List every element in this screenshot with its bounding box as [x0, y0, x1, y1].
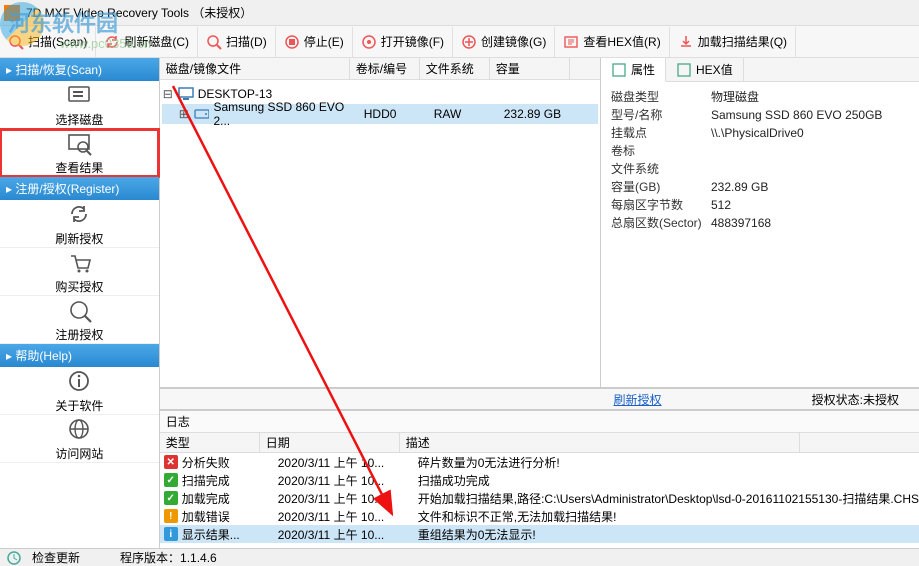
log-row[interactable]: !加载错误2020/3/11 上午 10...文件和标识不正常,无法加载扫描结果… — [160, 507, 919, 525]
load-scan-button[interactable]: 加载扫描结果(Q) — [670, 27, 796, 57]
check-update[interactable]: 检查更新 — [32, 549, 80, 566]
prop-row: 总扇区数(Sector)488397168 — [611, 214, 909, 232]
tree-child-label: Samsung SSD 860 EVO 2... — [213, 100, 361, 128]
prop-row: 容量(GB)232.89 GB — [611, 178, 909, 196]
load-icon — [678, 34, 694, 50]
stop-button[interactable]: 停止(E) — [276, 27, 353, 57]
log-row[interactable]: ✓加载完成2020/3/11 上午 10...开始加载扫描结果,路径:C:\Us… — [160, 489, 919, 507]
about-icon — [65, 367, 93, 395]
col-fs: RAW — [434, 107, 504, 121]
version: 1.1.4.6 — [180, 551, 217, 565]
view-result-icon — [65, 129, 93, 157]
tree-root-label: DESKTOP-13 — [198, 87, 272, 101]
titlebar: 7D MXF Video Recovery Tools （未授权） — [0, 0, 919, 26]
sidebar-item-select-disk[interactable]: 选择磁盘 — [0, 81, 159, 129]
log-warn-icon: ! — [164, 509, 178, 523]
tree-col-cap[interactable]: 容量 — [490, 58, 570, 79]
window-title: 7D MXF Video Recovery Tools （未授权） — [26, 4, 252, 21]
update-icon — [6, 550, 22, 566]
attr-tab-icon — [611, 62, 627, 78]
tab-hex[interactable]: HEX值 — [666, 58, 744, 81]
expand-icon[interactable]: ⊞ — [178, 107, 190, 121]
log-ok-icon: ✓ — [164, 473, 178, 487]
hex-tab-icon — [676, 62, 692, 78]
disk-tree-pane: 磁盘/镜像文件卷标/编号文件系统容量 ⊟ DESKTOP-13 ⊞ Sam — [160, 58, 601, 387]
log-col-date[interactable]: 日期 — [260, 433, 400, 452]
log-row[interactable]: i显示结果...2020/3/11 上午 10...重组结果为0无法显示! — [160, 525, 919, 543]
log-row[interactable]: ✕分析失败2020/3/11 上午 10...碎片数量为0无法进行分析! — [160, 453, 919, 471]
tree-child-row[interactable]: ⊞ Samsung SSD 860 EVO 2... HDD0 RAW 232.… — [162, 104, 598, 124]
collapse-icon[interactable]: ⊟ — [162, 87, 174, 101]
tree-col-disk[interactable]: 磁盘/镜像文件 — [160, 58, 350, 79]
log-ok-icon: ✓ — [164, 491, 178, 505]
tab-attr[interactable]: 属性 — [601, 58, 666, 82]
buy-auth-icon — [65, 248, 93, 276]
open-image-button[interactable]: 打开镜像(F) — [353, 27, 453, 57]
sidebar-item-website[interactable]: 访问网站 — [0, 415, 159, 463]
log-err-icon: ✕ — [164, 455, 178, 469]
log-info-icon: i — [164, 527, 178, 541]
create-icon — [461, 34, 477, 50]
log-col-desc[interactable]: 描述 — [400, 433, 800, 452]
sidebar-item-buy-auth[interactable]: 购买授权 — [0, 248, 159, 296]
tree-col-fs[interactable]: 文件系统 — [420, 58, 490, 79]
property-pane: 属性HEX值 磁盘类型物理磁盘型号/名称Samsung SSD 860 EVO … — [601, 58, 919, 387]
col-cap: 232.89 GB — [504, 107, 584, 121]
scan2-icon — [206, 34, 222, 50]
log-list[interactable]: ✕分析失败2020/3/11 上午 10...碎片数量为0无法进行分析!✓扫描完… — [160, 453, 919, 548]
sidebar-item-about[interactable]: 关于软件 — [0, 367, 159, 415]
prop-row: 每扇区字节数512 — [611, 196, 909, 214]
auth-state: 未授权 — [863, 393, 899, 407]
refresh-icon — [104, 34, 120, 50]
col-vol: HDD0 — [364, 107, 434, 121]
sidebar-item-view-result[interactable]: 查看结果 — [0, 129, 159, 177]
reg-auth-icon — [65, 296, 93, 324]
auth-state-label: 授权状态: — [812, 393, 863, 407]
tree-col-vol[interactable]: 卷标/编号 — [350, 58, 420, 79]
scan-button[interactable]: 扫描(D) — [198, 27, 276, 57]
website-icon — [65, 415, 93, 443]
open-icon — [361, 34, 377, 50]
log-title: 日志 — [160, 411, 919, 433]
prop-row: 文件系统 — [611, 160, 909, 178]
prop-row: 磁盘类型物理磁盘 — [611, 88, 909, 106]
disk-tree[interactable]: ⊟ DESKTOP-13 ⊞ Samsung SSD 860 EVO 2... … — [160, 80, 600, 387]
stop-icon — [284, 34, 300, 50]
sidebar-header-register[interactable]: ▸ 注册/授权(Register) — [0, 177, 159, 200]
toolbar: 扫描(Scan)刷新磁盘(C)扫描(D)停止(E)打开镜像(F)创建镜像(G)查… — [0, 26, 919, 58]
sidebar: ▸ 扫描/恢复(Scan)选择磁盘查看结果▸ 注册/授权(Register)刷新… — [0, 58, 160, 548]
refresh-disks-button[interactable]: 刷新磁盘(C) — [96, 27, 198, 57]
statusbar: 检查更新 程序版本：1.1.4.6 — [0, 548, 919, 566]
hex-icon — [563, 34, 579, 50]
prop-row: 卷标 — [611, 142, 909, 160]
log-pane: 日志 类型日期描述 ✕分析失败2020/3/11 上午 10...碎片数量为0无… — [160, 410, 919, 548]
refresh-auth-link[interactable]: 刷新授权 — [614, 391, 662, 408]
create-image-button[interactable]: 创建镜像(G) — [453, 27, 555, 57]
sidebar-header-scan[interactable]: ▸ 扫描/恢复(Scan) — [0, 58, 159, 81]
auth-bar: 刷新授权 授权状态:未授权 — [160, 388, 919, 410]
prop-row: 挂载点\\.\PhysicalDrive0 — [611, 124, 909, 142]
version-label: 程序版本： — [120, 551, 180, 565]
refresh-auth-icon — [65, 200, 93, 228]
view-hex-button[interactable]: 查看HEX值(R) — [555, 27, 669, 57]
sidebar-item-reg-auth[interactable]: 注册授权 — [0, 296, 159, 344]
prop-row: 型号/名称Samsung SSD 860 EVO 250GB — [611, 106, 909, 124]
log-col-type[interactable]: 类型 — [160, 433, 260, 452]
sidebar-header-help[interactable]: ▸ 帮助(Help) — [0, 344, 159, 367]
sidebar-item-refresh-auth[interactable]: 刷新授权 — [0, 200, 159, 248]
select-disk-icon — [65, 81, 93, 109]
log-row[interactable]: ✓扫描完成2020/3/11 上午 10...扫描成功完成 — [160, 471, 919, 489]
drive-icon — [194, 106, 210, 122]
